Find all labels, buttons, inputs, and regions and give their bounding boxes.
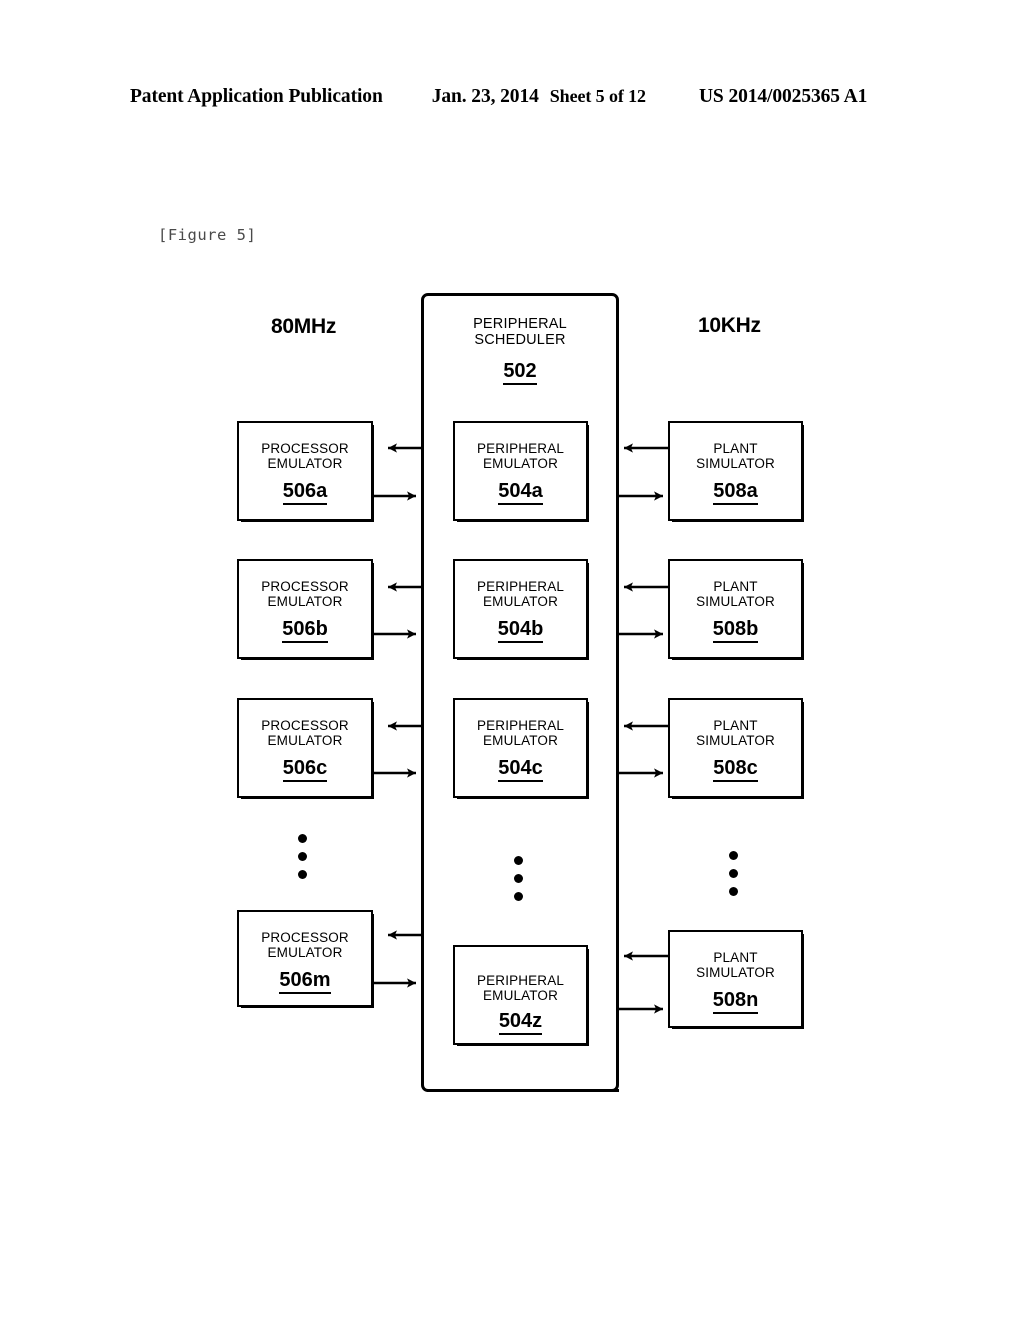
clock-label-left: 80MHz — [271, 315, 337, 338]
processor-emulator-506b-title: PROCESSOR EMULATOR — [261, 579, 349, 609]
ellipsis-dot — [729, 851, 738, 860]
processor-emulator-506c-ref: 506c — [239, 757, 371, 782]
peripheral-emulator-504b-ref: 504b — [455, 618, 586, 643]
processor-emulator-506m-ref: 506m — [239, 969, 371, 994]
peripheral-emulator-504b-title: PERIPHERAL EMULATOR — [476, 579, 565, 609]
peripheral-emulator-504b[interactable]: PERIPHERAL EMULATOR 504b — [453, 559, 589, 660]
peripheral-emulator-504c[interactable]: PERIPHERAL EMULATOR 504c — [453, 698, 589, 799]
clock-label-right: 10KHz — [698, 314, 761, 337]
peripheral-emulator-504a-ref: 504a — [455, 480, 586, 505]
plant-simulator-508a-ref: 508a — [670, 480, 801, 505]
peripheral-emulator-504z-title: PERIPHERAL EMULATOR — [476, 973, 565, 1003]
peripheral-emulator-504c-title: PERIPHERAL EMULATOR — [476, 718, 565, 748]
processor-emulator-506a-title: PROCESSOR EMULATOR — [261, 441, 349, 471]
ellipsis-dot — [514, 856, 523, 865]
ellipsis-dot — [729, 869, 738, 878]
peripheral-scheduler-ref: 502 — [424, 360, 616, 385]
ellipsis-middle-column — [514, 856, 523, 901]
plant-simulator-508b-title: PLANT SIMULATOR — [696, 579, 775, 609]
peripheral-scheduler-title: PERIPHERAL SCHEDULER — [473, 316, 567, 348]
ellipsis-dot — [298, 834, 307, 843]
ellipsis-dot — [514, 874, 523, 883]
peripheral-emulator-504z-ref: 504z — [455, 1010, 586, 1035]
processor-emulator-506c-title: PROCESSOR EMULATOR — [261, 718, 349, 748]
ellipsis-right-column — [729, 851, 738, 896]
plant-simulator-508n-ref: 508n — [670, 989, 801, 1014]
peripheral-emulator-504a[interactable]: PERIPHERAL EMULATOR 504a — [453, 421, 589, 522]
processor-emulator-506b[interactable]: PROCESSOR EMULATOR 506b — [237, 559, 374, 660]
peripheral-emulator-504a-title: PERIPHERAL EMULATOR — [476, 441, 565, 471]
ellipsis-dot — [298, 852, 307, 861]
processor-emulator-506a-ref: 506a — [239, 480, 371, 505]
plant-simulator-508n-title: PLANT SIMULATOR — [696, 950, 775, 980]
block-diagram: 80MHz 10KHz PERIPHERAL SCHEDULER 502 PRO… — [0, 0, 1024, 1320]
peripheral-scheduler-ref-text: 502 — [503, 360, 537, 385]
plant-simulator-508a[interactable]: PLANT SIMULATOR 508a — [668, 421, 804, 522]
plant-simulator-508n[interactable]: PLANT SIMULATOR 508n — [668, 930, 804, 1029]
plant-simulator-508b-ref: 508b — [670, 618, 801, 643]
ellipsis-dot — [514, 892, 523, 901]
plant-simulator-508c[interactable]: PLANT SIMULATOR 508c — [668, 698, 804, 799]
plant-simulator-508c-ref: 508c — [670, 757, 801, 782]
ellipsis-left-column — [298, 834, 307, 879]
processor-emulator-506m[interactable]: PROCESSOR EMULATOR 506m — [237, 910, 374, 1008]
plant-simulator-508c-title: PLANT SIMULATOR — [696, 718, 775, 748]
processor-emulator-506b-ref: 506b — [239, 618, 371, 643]
plant-simulator-508a-title: PLANT SIMULATOR — [696, 441, 775, 471]
processor-emulator-506m-title: PROCESSOR EMULATOR — [261, 930, 349, 960]
processor-emulator-506a[interactable]: PROCESSOR EMULATOR 506a — [237, 421, 374, 522]
processor-emulator-506c[interactable]: PROCESSOR EMULATOR 506c — [237, 698, 374, 799]
plant-simulator-508b[interactable]: PLANT SIMULATOR 508b — [668, 559, 804, 660]
peripheral-emulator-504c-ref: 504c — [455, 757, 586, 782]
peripheral-emulator-504z[interactable]: PERIPHERAL EMULATOR 504z — [453, 945, 589, 1046]
ellipsis-dot — [729, 887, 738, 896]
ellipsis-dot — [298, 870, 307, 879]
